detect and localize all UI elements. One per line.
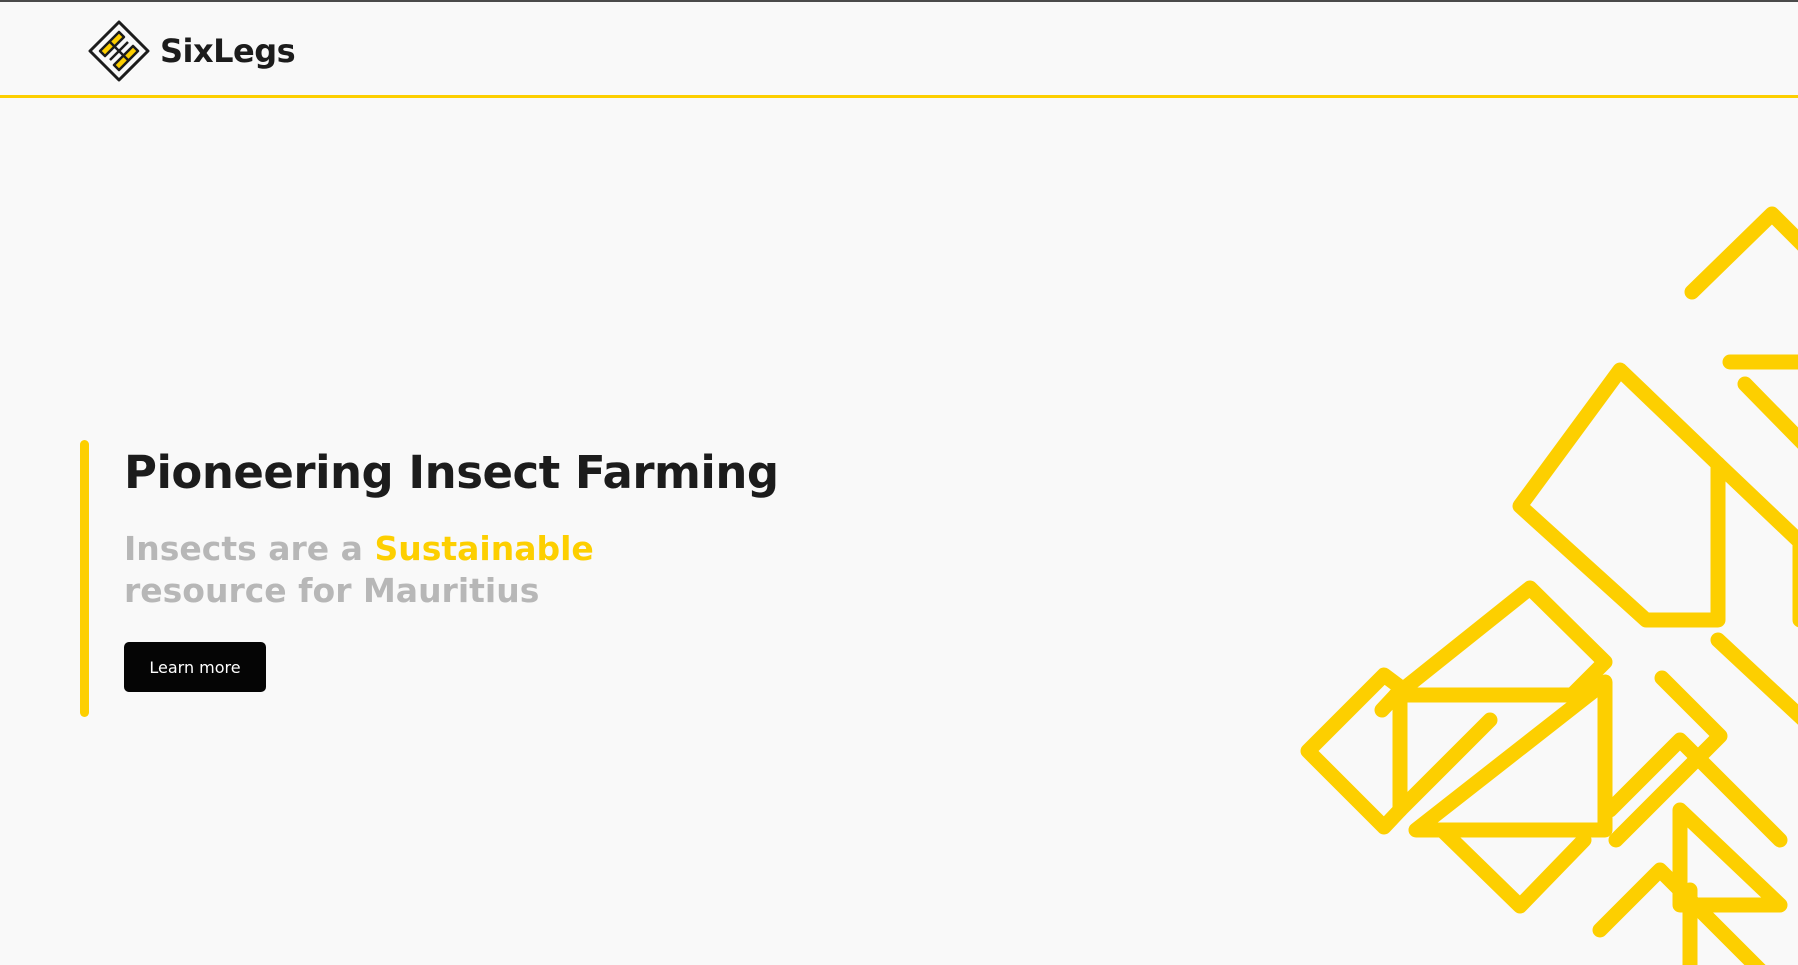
site-header: SixLegs <box>0 2 1798 98</box>
hero-accent-bar <box>80 440 89 717</box>
hero-subtitle-part2: resource for Mauritius <box>124 571 540 610</box>
brand-name: SixLegs <box>160 32 296 70</box>
geometric-pattern-icon <box>1300 206 1798 965</box>
hero-subtitle: Insects are a Sustainable resource for Ma… <box>124 528 594 612</box>
hero-subtitle-highlight: Sustainable <box>374 529 594 568</box>
hero-title: Pioneering Insect Farming <box>124 446 779 499</box>
hero-subtitle-part1: Insects are a <box>124 529 375 568</box>
diamond-logo-icon <box>88 20 150 82</box>
learn-more-button[interactable]: Learn more <box>124 642 266 692</box>
brand-logo-link[interactable]: SixLegs <box>88 20 296 82</box>
